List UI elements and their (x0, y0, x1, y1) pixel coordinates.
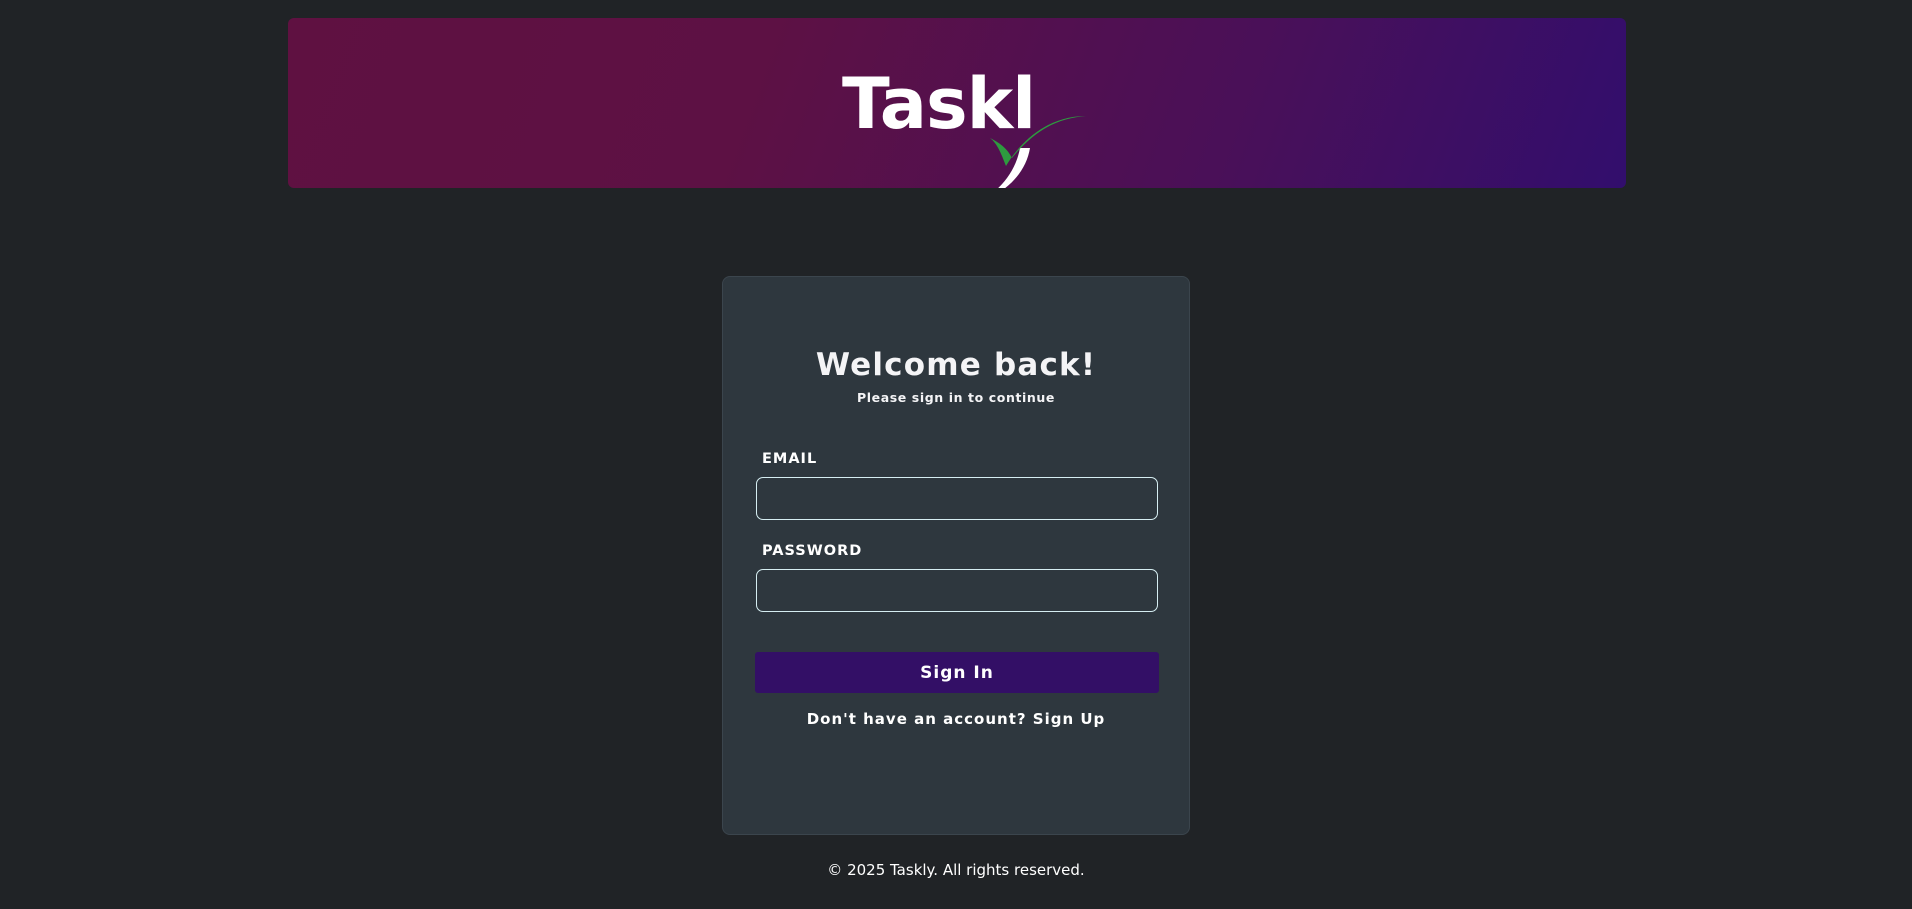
footer-copyright: © 2025 Taskly. All rights reserved. (827, 861, 1085, 879)
page-title: Welcome back! (815, 347, 1097, 383)
checkmark-swoosh-icon (990, 116, 1086, 188)
page-subtitle: Please sign in to continue (856, 390, 1056, 405)
login-card: Welcome back! Please sign in to continue… (722, 276, 1190, 835)
email-label: EMAIL (762, 451, 818, 467)
sign-up-link[interactable]: Don't have an account? Sign Up (723, 709, 1189, 729)
password-label: PASSWORD (762, 543, 863, 559)
taskly-logo[interactable]: Taskl (842, 64, 1102, 188)
password-field[interactable] (756, 569, 1158, 612)
sign-in-button[interactable]: Sign In (755, 652, 1159, 693)
header-banner: Taskl (288, 18, 1626, 188)
email-field[interactable] (756, 477, 1158, 520)
